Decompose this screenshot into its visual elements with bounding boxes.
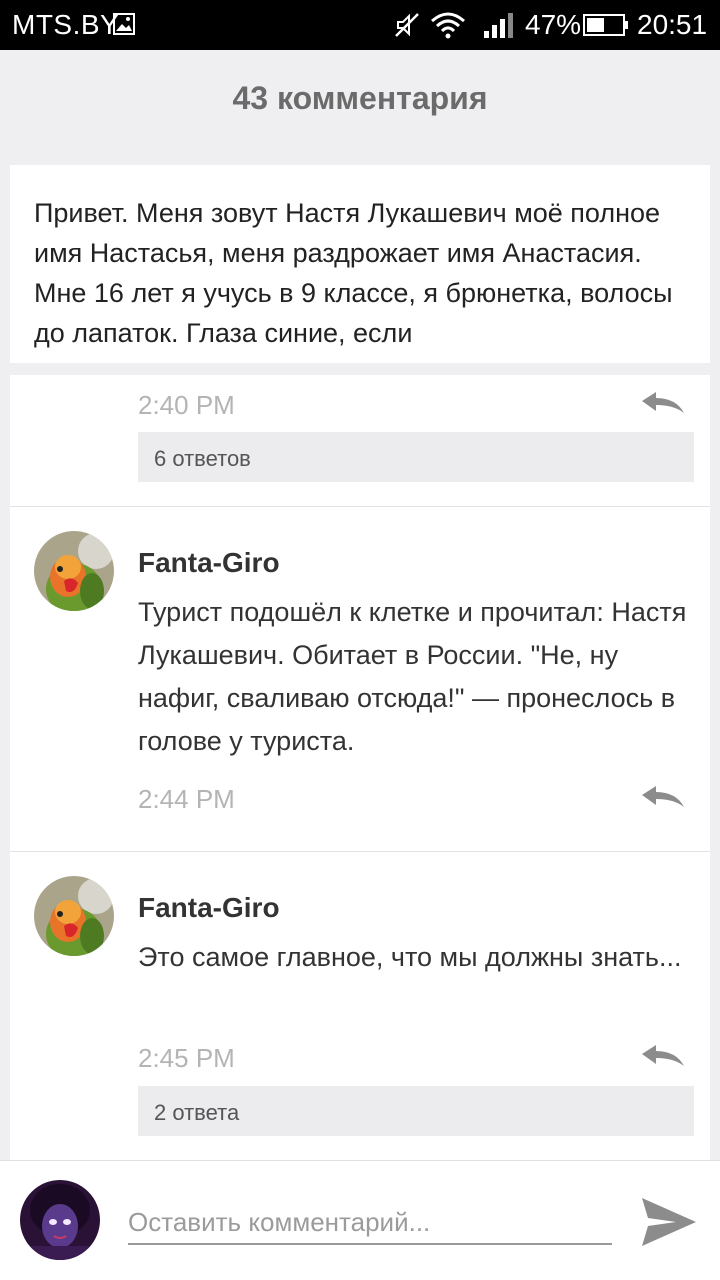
comment-time: 2:44 PM <box>138 784 235 814</box>
replies-count: 2 ответа <box>154 1100 240 1125</box>
replies-button[interactable]: 2 ответа <box>138 1086 694 1136</box>
parrot-avatar[interactable] <box>34 531 114 611</box>
comment-time: 2:45 PM <box>138 1043 235 1073</box>
comment-text: Турист подошёл к клетке и прочитал: Наст… <box>138 597 687 756</box>
reply-icon[interactable] <box>640 391 686 417</box>
comment-author[interactable]: Fanta-Giro <box>138 547 280 579</box>
replies-count: 6 ответов <box>154 446 251 471</box>
parrot-avatar[interactable] <box>34 876 114 956</box>
battery-percent: 47% <box>525 9 582 40</box>
wifi-icon <box>431 12 465 39</box>
clock: 20:51 <box>637 9 708 40</box>
status-bar: MTS.BY 47% 20:51 <box>0 0 720 50</box>
user-avatar[interactable] <box>20 1180 100 1260</box>
comment-author[interactable]: Fanta-Giro <box>138 892 280 924</box>
post-text: Привет. Меня зовут Настя Лукашевич моё п… <box>34 198 673 348</box>
comment-item: 2:40 PM 6 ответов <box>10 375 710 506</box>
reply-icon[interactable] <box>640 785 686 811</box>
battery-icon <box>583 14 628 36</box>
comment-item: Fanta-Giro Турист подошёл к клетке и про… <box>10 507 710 851</box>
post-card[interactable]: Привет. Меня зовут Настя Лукашевич моё п… <box>10 165 710 363</box>
comment-text: Это самое главное, что мы должны знать..… <box>138 942 682 972</box>
send-icon[interactable] <box>640 1194 698 1250</box>
comment-composer <box>0 1160 720 1280</box>
image-icon <box>113 13 135 35</box>
comment-item: Fanta-Giro Это самое главное, что мы дол… <box>10 852 710 1160</box>
comment-time: 2:40 PM <box>138 390 235 420</box>
comments-list: 2:40 PM 6 ответов Fanta-Giro Турист подо… <box>10 375 710 1160</box>
replies-button[interactable]: 6 ответов <box>138 432 694 482</box>
carrier-label: MTS.BY <box>12 9 120 40</box>
mute-icon <box>395 13 419 37</box>
comment-input[interactable] <box>128 1201 612 1245</box>
reply-icon[interactable] <box>640 1044 686 1070</box>
page-title: 43 комментария <box>232 80 488 116</box>
signal-icon <box>484 13 513 38</box>
